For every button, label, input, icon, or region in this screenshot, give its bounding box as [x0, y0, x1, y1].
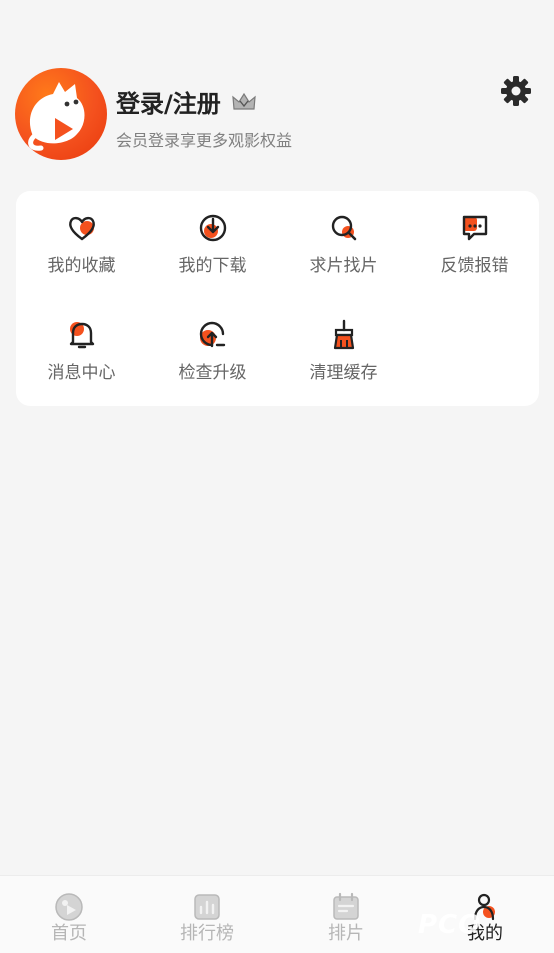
tab-home[interactable]: 首页 [0, 876, 138, 953]
broom-icon [333, 319, 354, 350]
upgrade-icon [199, 321, 225, 348]
login-subtitle: 会员登录享更多观影权益 [116, 131, 293, 150]
menu-label: 检查升级 [178, 363, 247, 383]
login-register-link[interactable]: 登录/注册 [116, 84, 257, 119]
profile-screen: 登录/注册 会员登录享更多观影权益 我的收藏 我的下载 求片找片 反馈报错 消息… [0, 0, 554, 953]
menu-label: 清理缓存 [309, 363, 378, 383]
menu-label: 求片找片 [309, 256, 378, 276]
menu-item-request-film[interactable]: 求片找片 [278, 191, 409, 281]
function-card: 我的收藏 我的下载 求片找片 反馈报错 消息中心 检查升级 清理缓存 [16, 191, 539, 406]
tab-label: 首页 [51, 923, 87, 944]
menu-item-messages[interactable]: 消息中心 [16, 298, 147, 388]
menu-item-downloads[interactable]: 我的下载 [147, 191, 278, 281]
bell-icon [69, 322, 94, 349]
tab-label: 排行榜 [180, 923, 234, 944]
heart-icon [68, 216, 95, 241]
gear-icon[interactable] [498, 73, 534, 109]
tab-schedule[interactable]: 排片 [277, 876, 415, 953]
menu-item-feedback[interactable]: 反馈报错 [409, 191, 540, 281]
login-title: 登录/注册 [116, 90, 221, 118]
tab-label: 排片 [328, 923, 364, 944]
menu-label: 消息中心 [47, 363, 116, 383]
menu-label: 我的下载 [178, 256, 247, 276]
download-icon [199, 214, 226, 242]
cat-logo-icon [28, 82, 85, 151]
avatar[interactable] [15, 68, 107, 160]
menu-item-favorites[interactable]: 我的收藏 [16, 191, 147, 281]
menu-item-clear-cache[interactable]: 清理缓存 [278, 298, 409, 388]
watermark-logo: PCO [418, 910, 482, 940]
menu-item-check-update[interactable]: 检查升级 [147, 298, 278, 388]
menu-label: 我的收藏 [47, 256, 116, 276]
tab-ranking[interactable]: 排行榜 [138, 876, 276, 953]
crown-icon [232, 92, 256, 110]
menu-label: 反馈报错 [440, 256, 509, 276]
feedback-icon [462, 215, 487, 241]
search-film-icon [331, 215, 356, 241]
